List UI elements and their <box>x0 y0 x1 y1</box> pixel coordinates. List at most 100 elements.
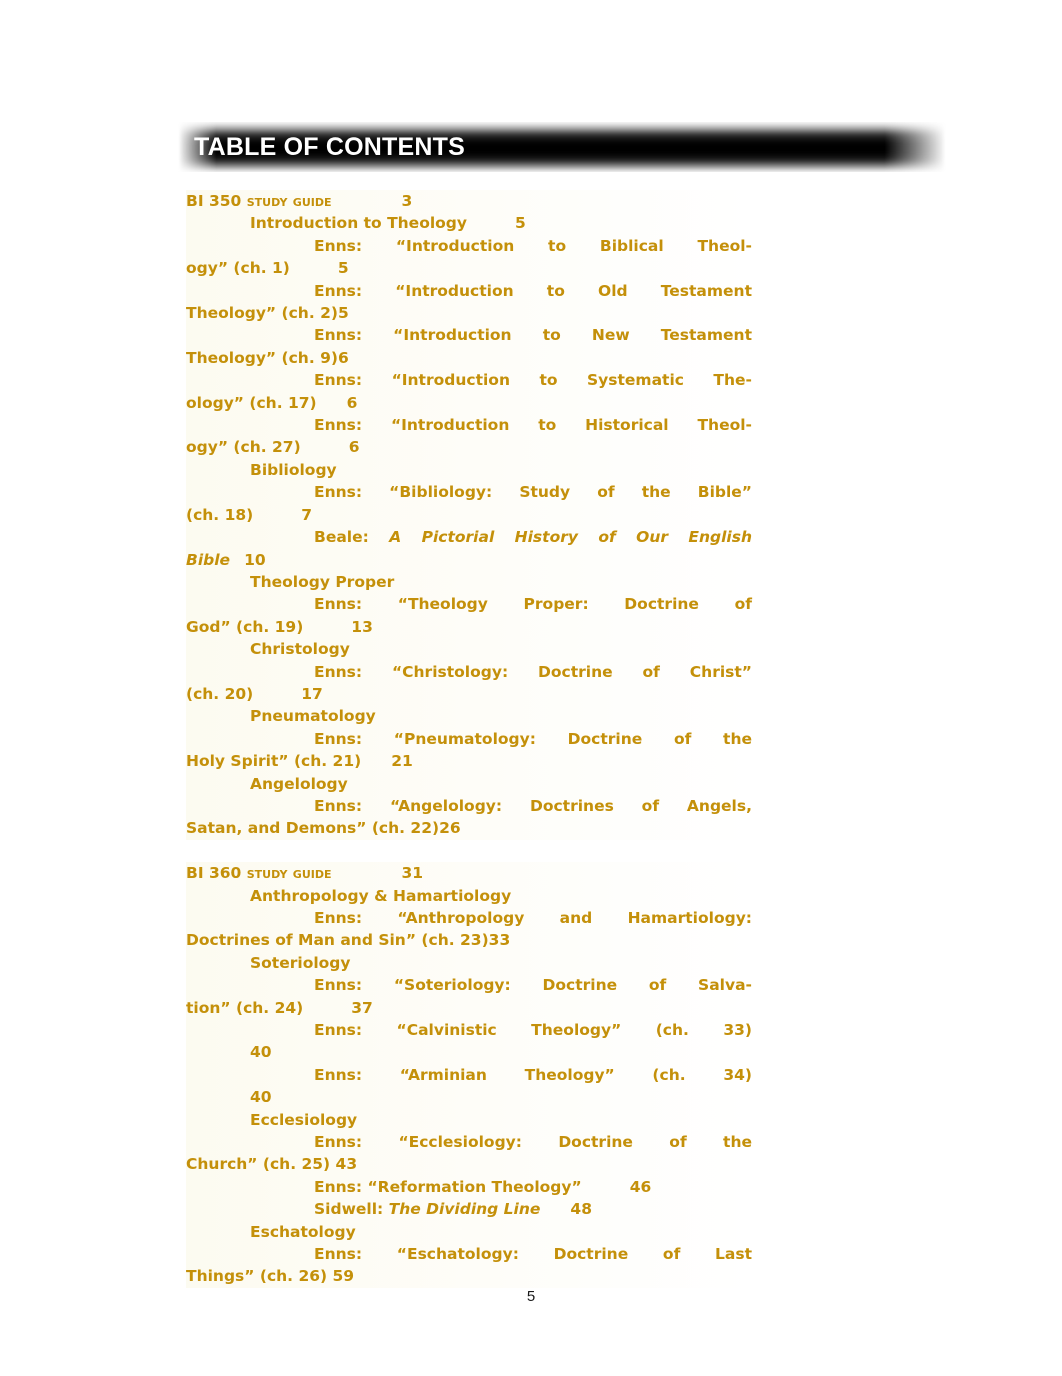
toc-entry-sidwell-dividing-line[interactable]: Sidwell: The Dividing Line 48 <box>186 1198 752 1221</box>
toc-entry-pneumatology-doctrine[interactable]: Enns: “Pneumatology: Doctrine of the <box>186 727 752 751</box>
section-page-number: 3 <box>401 192 413 210</box>
toc-entry-theology-proper-doctrine-cont[interactable]: God” (ch. 19) 13 <box>186 615 752 639</box>
section-title-label: Study Guide <box>246 864 332 883</box>
toc-entry-page: 40 <box>250 1043 272 1062</box>
toc-section-heading-bi360[interactable]: BI 360 Study Guide 31 <box>186 862 752 885</box>
toc-entry-ecclesiology[interactable]: Ecclesiology <box>186 1108 752 1132</box>
toc-entry-label: Enns: “Bibliology: Study of the Bible” <box>314 483 752 502</box>
toc-entry-label-cont: Holy Spirit” (ch. 21) <box>186 752 362 771</box>
toc-entry-anthropology-hamartiology[interactable]: Anthropology & Hamartiology <box>186 884 752 907</box>
toc-entry-systematic-theology[interactable]: Enns: “Introduction to Systematic The- <box>186 369 752 392</box>
toc-entry-anthropology-doctrines[interactable]: Enns: “Anthropology and Hamartiology: <box>186 906 752 930</box>
section-title-code: I 360 <box>197 864 247 883</box>
toc-entry-label: Enns: “Calvinistic Theology” (ch. 33) <box>314 1021 752 1040</box>
toc-entry-label: Pneumatology <box>250 707 376 726</box>
toc-entry-page: 17 <box>301 684 323 703</box>
toc-entry-bibliology-study-cont[interactable]: (ch. 18) 7 <box>186 503 752 527</box>
toc-entry-introduction-to-theology[interactable]: Introduction to Theology 5 <box>186 212 752 235</box>
toc-entry-page: 5 <box>337 259 349 278</box>
toc-entry-label-cont: tion” (ch. 24) <box>186 998 304 1017</box>
toc-entry-christology[interactable]: Christology <box>186 638 752 661</box>
toc-entry-bibliology-study[interactable]: Enns: “Bibliology: Study of the Bible” <box>186 481 752 504</box>
toc-entry-label: Enns: “Introduction to Biblical Theol- <box>314 236 752 255</box>
toc-entry-calvinistic-theology[interactable]: Enns: “Calvinistic Theology” (ch. 33) <box>186 1019 752 1042</box>
section-separator <box>186 840 752 862</box>
toc-entry-label-cont: Theology” (ch. 9)6 <box>186 348 349 367</box>
toc-entry-angelology-doctrines[interactable]: Enns: “Angelology: Doctrines of Angels, <box>186 794 752 818</box>
toc-entry-label: Bibliology <box>250 460 337 479</box>
toc-entry-theology-proper-doctrine[interactable]: Enns: “Theology Proper: Doctrine of <box>186 593 752 616</box>
toc-entry-label: Theology Proper <box>250 572 395 591</box>
footer-page-number: 5 <box>526 1288 536 1305</box>
toc-entry-label-cont: Things” (ch. 26) 59 <box>186 1267 355 1286</box>
toc-entry-bibliology[interactable]: Bibliology <box>186 458 752 482</box>
toc-entry-calvinistic-theology-cont[interactable]: 40 <box>186 1041 752 1064</box>
toc-entry-label-cont: Satan, and Demons” (ch. 22)26 <box>186 819 461 838</box>
toc-entry-biblical-theology[interactable]: Enns: “Introduction to Biblical Theol- <box>186 234 752 258</box>
toc-entry-eschatology-doctrine-cont[interactable]: Things” (ch. 26) 59 <box>186 1265 752 1288</box>
toc-entry-pneumatology-doctrine-cont[interactable]: Holy Spirit” (ch. 21) 21 <box>186 750 752 773</box>
toc-entry-christology-doctrine[interactable]: Enns: “Christology: Doctrine of Christ” <box>186 660 752 683</box>
toc-entry-label-cont: ogy” (ch. 27) <box>186 438 301 457</box>
page-title: TABLE OF CONTENTS <box>194 133 465 161</box>
toc-entry-page: 13 <box>351 617 373 636</box>
toc-entry-label: Enns: “Introduction to Historical Theol- <box>314 416 752 435</box>
toc-entry-eschatology-doctrine[interactable]: Enns: “Eschatology: Doctrine of Last <box>186 1243 752 1266</box>
toc-entry-historical-theology-cont[interactable]: ogy” (ch. 27) 6 <box>186 436 752 459</box>
toc-entry-arminian-theology-cont[interactable]: 40 <box>186 1086 752 1109</box>
toc-entry-label: Enns: “Soteriology: Doctrine of Salva- <box>314 976 752 995</box>
toc-entry-page: 5 <box>515 214 526 233</box>
toc-entry-ecclesiology-doctrine-cont[interactable]: Church” (ch. 25) 43 <box>186 1153 752 1176</box>
toc-entry-reformation-theology[interactable]: Enns: “Reformation Theology” 46 <box>186 1175 752 1199</box>
document-page: TABLE OF CONTENTS BI 350 Study Guide 3 In… <box>0 0 1062 1376</box>
toc-entry-page: 40 <box>250 1088 272 1107</box>
toc-entry-label: Enns: “Introduction to Systematic The- <box>314 371 752 390</box>
toc-entry-book-title: The Dividing Line <box>388 1200 541 1219</box>
toc-section-heading-bi350[interactable]: BI 350 Study Guide 3 <box>186 190 752 213</box>
toc-entry-biblical-theology-cont[interactable]: ogy” (ch. 1) 5 <box>186 257 752 280</box>
toc-entry-soteriology-doctrine[interactable]: Enns: “Soteriology: Doctrine of Salva- <box>186 974 752 997</box>
toc-entry-systematic-theology-cont[interactable]: ology” (ch. 17) 6 <box>186 391 752 415</box>
toc-entry-label-cont: Doctrines of Man and Sin” (ch. 23)33 <box>186 931 511 950</box>
toc-entry-label-cont: ology” (ch. 17) <box>186 393 317 412</box>
section-page-number: 31 <box>401 864 424 883</box>
toc-entry-eschatology[interactable]: Eschatology <box>186 1220 752 1244</box>
toc-entry-old-testament-theology[interactable]: Enns: “Introduction to Old Testament <box>186 279 752 303</box>
toc-entry-label: Enns: “Christology: Doctrine of Christ” <box>314 662 752 681</box>
toc-entry-page: 10 <box>244 550 266 569</box>
toc-entry-pneumatology[interactable]: Pneumatology <box>186 705 752 728</box>
toc-entry-angelology-doctrines-cont[interactable]: Satan, and Demons” (ch. 22)26 <box>186 817 752 840</box>
toc-entry-arminian-theology[interactable]: Enns: “Arminian Theology” (ch. 34) <box>186 1063 752 1087</box>
toc-entry-new-testament-theology[interactable]: Enns: “Introduction to New Testament <box>186 324 752 347</box>
toc-entry-label-cont: (ch. 18) <box>186 505 254 524</box>
toc-entry-anthropology-doctrines-cont[interactable]: Doctrines of Man and Sin” (ch. 23)33 <box>186 929 752 952</box>
toc-entry-label-cont: ogy” (ch. 1) <box>186 259 290 278</box>
toc-entry-christology-doctrine-cont[interactable]: (ch. 20) 17 <box>186 682 752 706</box>
toc-entry-page: 21 <box>391 752 413 771</box>
section-title-prefix: B <box>186 192 198 210</box>
toc-entry-beale-pictorial-history-cont[interactable]: Bible 10 <box>186 548 752 571</box>
toc-entry-ecclesiology-doctrine[interactable]: Enns: “Ecclesiology: Doctrine of the <box>186 1131 752 1154</box>
toc-entry-soteriology-doctrine-cont[interactable]: tion” (ch. 24) 37 <box>186 996 752 1020</box>
toc-entry-label: Ecclesiology <box>250 1110 358 1129</box>
toc-entry-label: Enns: “Anthropology and Hamartiology: <box>314 908 752 927</box>
toc-entry-author: Beale: <box>314 528 390 547</box>
toc-entry-soteriology[interactable]: Soteriology <box>186 951 752 975</box>
toc-entry-beale-pictorial-history[interactable]: Beale: A Pictorial History of Our Englis… <box>186 526 753 549</box>
toc-entry-new-testament-theology-cont[interactable]: Theology” (ch. 9)6 <box>186 346 752 370</box>
toc-entry-label: Christology <box>250 640 350 659</box>
toc-entry-angelology[interactable]: Angelology <box>186 772 752 795</box>
toc-entry-historical-theology[interactable]: Enns: “Introduction to Historical Theol- <box>186 414 752 437</box>
toc-entry-label-cont: God” (ch. 19) <box>186 617 304 636</box>
toc-entry-theology-proper[interactable]: Theology Proper <box>186 570 752 594</box>
toc-entry-label: Enns: “Ecclesiology: Doctrine of the <box>314 1133 752 1152</box>
toc-entry-label: Anthropology & Hamartiology <box>250 886 512 905</box>
toc-entry-label: Soteriology <box>250 953 351 972</box>
toc-entry-old-testament-theology-cont[interactable]: Theology” (ch. 2)5 <box>186 302 752 325</box>
toc-entry-label-cont: (ch. 20) <box>186 684 254 703</box>
toc-entry-book-title-cont: Bible <box>186 550 231 569</box>
table-of-contents-banner: TABLE OF CONTENTS <box>178 122 946 172</box>
toc-entry-label: Angelology <box>250 774 348 793</box>
toc-entry-book-title: A Pictorial History of Our English <box>389 528 753 547</box>
toc-entry-page: 37 <box>351 998 373 1017</box>
